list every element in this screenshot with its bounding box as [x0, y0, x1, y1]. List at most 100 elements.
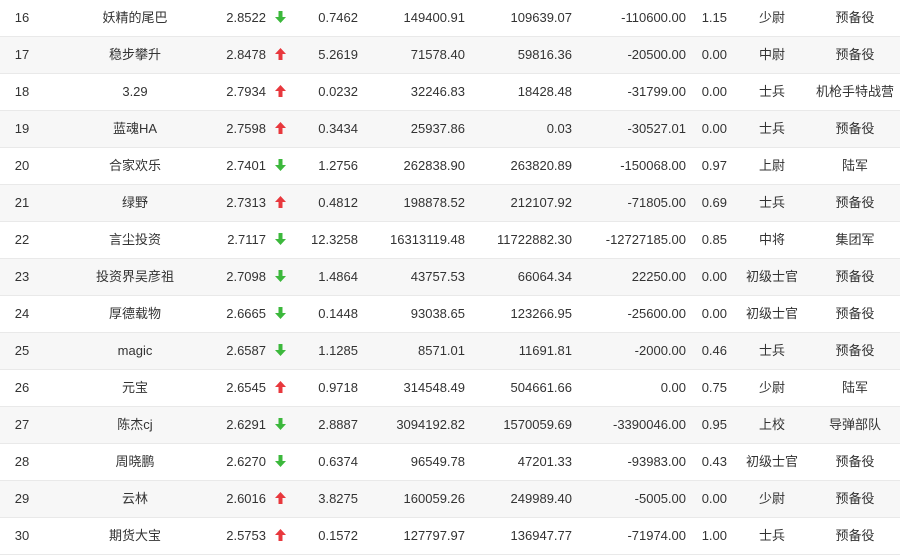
- table-row: 17 稳步攀升 2.8478 5.2619 71578.40 59816.36 -20500…: [0, 37, 900, 74]
- name-cell: 合家欢乐: [108, 158, 161, 173]
- score-cell: 2.7401: [226, 158, 266, 173]
- value3-cell: 249989.40: [510, 491, 572, 506]
- arrow-up-icon: [271, 518, 289, 554]
- value1-cell: 0.9718: [318, 380, 358, 395]
- value5-cell: 0.95: [701, 417, 727, 432]
- name-cell: 绿野: [121, 195, 148, 210]
- score-cell: 2.7598: [226, 121, 266, 136]
- name-cell: 妖精的尾巴: [102, 10, 168, 25]
- rank-cell: 24: [14, 306, 30, 321]
- grade-cell: 士兵: [758, 528, 785, 543]
- value3-cell: 504661.66: [510, 380, 572, 395]
- value2-cell: 32246.83: [410, 84, 465, 99]
- name-cell: 陈杰cj: [117, 417, 153, 432]
- table-row: 21 绿野 2.7313 0.4812 198878.52 212107.92 -71805…: [0, 185, 900, 222]
- table-row: 18 3.29 2.7934 0.0232 32246.83 18428.48 -31799…: [0, 74, 900, 111]
- value3-cell: 136947.77: [510, 528, 572, 543]
- value4-cell: -5005.00: [634, 491, 686, 506]
- table-row: 29 云林 2.6016 3.8275 160059.26 249989.40 -5005.…: [0, 481, 900, 518]
- value2-cell: 71578.40: [410, 47, 465, 62]
- value3-cell: 11691.81: [518, 343, 572, 358]
- value5-cell: 0.00: [701, 84, 727, 99]
- score-cell: 2.6270: [226, 454, 266, 469]
- name-cell: magic: [117, 343, 153, 358]
- name-cell: 言尘投资: [108, 232, 161, 247]
- grade-cell: 士兵: [758, 343, 785, 358]
- grade-cell: 少尉: [758, 10, 785, 25]
- value5-cell: 0.00: [701, 306, 727, 321]
- unit-cell: 预备役: [835, 528, 875, 543]
- value2-cell: 198878.52: [403, 195, 465, 210]
- rank-cell: 29: [14, 491, 30, 506]
- value4-cell: -110600.00: [621, 10, 686, 25]
- grade-cell: 少尉: [758, 491, 785, 506]
- unit-cell: 预备役: [835, 195, 875, 210]
- value3-cell: 1570059.69: [503, 417, 572, 432]
- unit-cell: 预备役: [835, 306, 875, 321]
- unit-cell: 集团军: [835, 232, 875, 247]
- rank-cell: 27: [14, 417, 30, 432]
- rank-cell: 17: [14, 47, 30, 62]
- value4-cell: -25600.00: [627, 306, 686, 321]
- value4-cell: 0.00: [660, 380, 686, 395]
- value1-cell: 0.0232: [318, 84, 358, 99]
- score-cell: 2.6545: [226, 380, 266, 395]
- name-cell: 厚德载物: [108, 306, 161, 321]
- value1-cell: 0.1448: [318, 306, 358, 321]
- grade-cell: 上校: [758, 417, 785, 432]
- arrow-down-icon: [271, 0, 289, 36]
- unit-cell: 预备役: [835, 10, 875, 25]
- value3-cell: 212107.92: [510, 195, 572, 210]
- table-row: 16 妖精的尾巴 2.8522 0.7462 149400.91 109639.07 -11…: [0, 0, 900, 37]
- value4-cell: -71805.00: [627, 195, 686, 210]
- table-row: 22 言尘投资 2.7117 12.3258 16313119.48 11722882.3…: [0, 222, 900, 259]
- value3-cell: 109639.07: [510, 10, 572, 25]
- value2-cell: 16313119.48: [390, 232, 465, 247]
- value4-cell: -3390046.00: [612, 417, 686, 432]
- rank-cell: 30: [14, 528, 30, 543]
- value2-cell: 314548.49: [403, 380, 465, 395]
- score-cell: 2.7098: [226, 269, 266, 284]
- value4-cell: -150068.00: [620, 158, 686, 173]
- rank-cell: 19: [14, 121, 30, 136]
- unit-cell: 预备役: [835, 454, 875, 469]
- value2-cell: 3094192.82: [396, 417, 465, 432]
- table-row: 20 合家欢乐 2.7401 1.2756 262838.90 263820.89 -150…: [0, 148, 900, 185]
- value2-cell: 25937.86: [410, 121, 465, 136]
- arrow-down-icon: [271, 333, 289, 369]
- value1-cell: 0.4812: [318, 195, 358, 210]
- score-cell: 2.8522: [226, 10, 266, 25]
- grade-cell: 中将: [758, 232, 785, 247]
- value1-cell: 2.8887: [318, 417, 358, 432]
- value4-cell: -93983.00: [627, 454, 686, 469]
- arrow-up-icon: [271, 185, 289, 221]
- score-cell: 2.6665: [226, 306, 266, 321]
- unit-cell: 陆军: [841, 380, 868, 395]
- value3-cell: 0.03: [546, 121, 572, 136]
- rank-cell: 20: [14, 158, 30, 173]
- unit-cell: 预备役: [835, 121, 875, 136]
- score-cell: 2.6291: [226, 417, 266, 432]
- value1-cell: 1.2756: [318, 158, 358, 173]
- arrow-up-icon: [271, 111, 289, 147]
- value2-cell: 160059.26: [403, 491, 465, 506]
- value5-cell: 0.43: [701, 454, 727, 469]
- name-cell: 期货大宝: [108, 528, 161, 543]
- value3-cell: 66064.34: [517, 269, 572, 284]
- table-row: 30 期货大宝 2.5753 0.1572 127797.97 136947.77 -719…: [0, 518, 900, 555]
- value5-cell: 0.00: [701, 47, 727, 62]
- arrow-up-icon: [271, 370, 289, 406]
- table-row: 27 陈杰cj 2.6291 2.8887 3094192.82 1570059.69 -3…: [0, 407, 900, 444]
- rank-cell: 28: [14, 454, 30, 469]
- score-cell: 2.7934: [226, 84, 266, 99]
- value5-cell: 0.00: [701, 269, 727, 284]
- value4-cell: 22250.00: [631, 269, 686, 284]
- value5-cell: 0.46: [701, 343, 727, 358]
- grade-cell: 初级士官: [745, 454, 798, 469]
- value2-cell: 127797.97: [403, 528, 465, 543]
- rank-cell: 18: [14, 84, 30, 99]
- unit-cell: 导弹部队: [828, 417, 881, 432]
- value1-cell: 0.3434: [318, 121, 358, 136]
- value3-cell: 59816.36: [517, 47, 572, 62]
- value5-cell: 0.85: [701, 232, 727, 247]
